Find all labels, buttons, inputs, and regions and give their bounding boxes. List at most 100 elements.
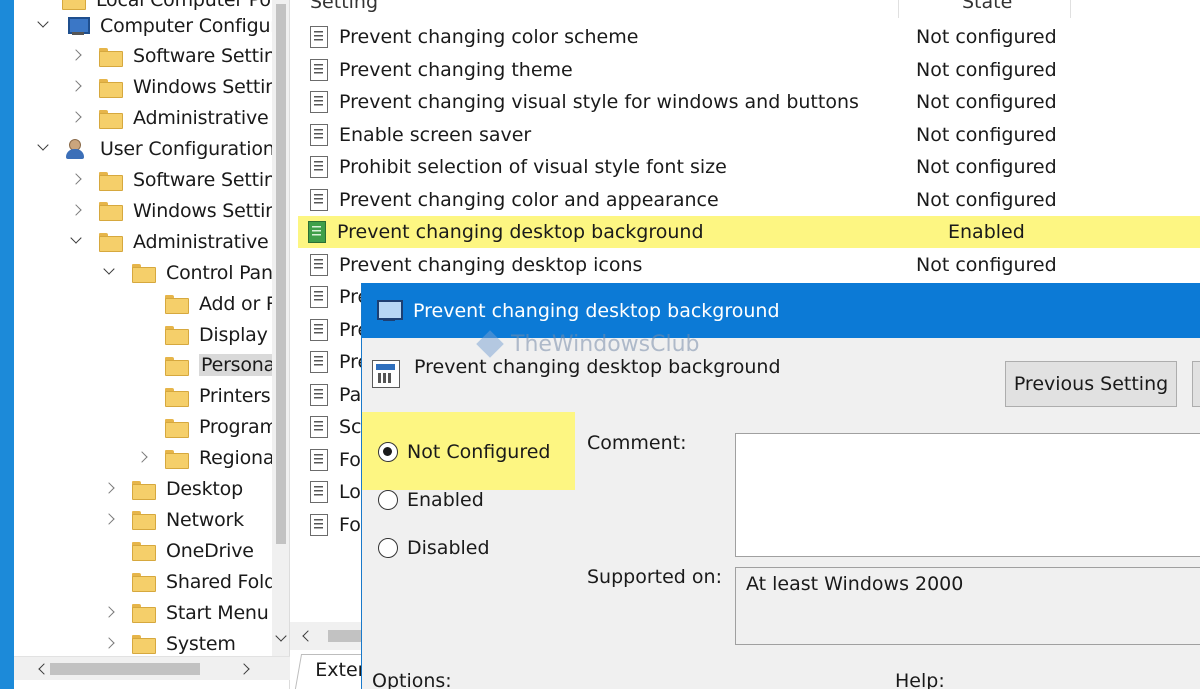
tree-hscroll-thumb[interactable] <box>50 663 200 675</box>
policy-document-icon <box>310 448 328 471</box>
chevron-down-icon[interactable] <box>36 141 52 157</box>
chevron-down-icon[interactable] <box>36 18 52 34</box>
setting-row[interactable]: Prevent changing color scheme Not configu… <box>300 21 1200 53</box>
chevron-down-icon[interactable] <box>102 265 118 281</box>
policy-document-icon <box>310 416 328 438</box>
setting-row[interactable]: Prevent changing desktop background Enabl… <box>298 216 1200 248</box>
folder-icon <box>165 449 189 469</box>
chevron-right-icon[interactable] <box>69 172 85 188</box>
tree-item[interactable]: OneDrive <box>102 535 254 566</box>
tree-item[interactable]: Programs <box>135 412 288 443</box>
tree-item[interactable]: Software Settings <box>69 41 289 72</box>
folder-icon <box>132 635 156 654</box>
tree-item[interactable]: System <box>102 628 236 659</box>
previous-setting-button[interactable]: Previous Setting <box>1005 361 1177 407</box>
setting-row[interactable]: Prevent changing visual style for window… <box>300 86 1200 118</box>
policy-document-icon <box>310 26 328 48</box>
chevron-right-icon[interactable] <box>102 636 118 652</box>
folder-icon <box>99 171 123 191</box>
dialog-titlebar[interactable]: Prevent changing desktop background <box>362 283 1200 338</box>
comment-label: Comment: <box>587 432 687 454</box>
radio-disabled[interactable]: Disabled <box>378 537 490 559</box>
tree-item[interactable]: Windows Settings <box>69 72 289 103</box>
chevron-right-icon[interactable] <box>102 605 118 621</box>
folder-icon <box>165 356 189 376</box>
chevron-down-icon[interactable] <box>69 234 85 250</box>
column-separator[interactable] <box>898 0 899 18</box>
policy-document-icon <box>310 351 328 373</box>
radio-button[interactable] <box>378 538 398 558</box>
policy-document-icon <box>310 91 328 113</box>
tree-item[interactable]: Shared Folders <box>102 566 289 597</box>
chevron-right-icon[interactable] <box>69 203 85 219</box>
tree-item[interactable]: Display <box>135 319 268 350</box>
desktop-background <box>0 0 14 689</box>
tree-item-label: Printers <box>199 385 271 408</box>
chevron-right-icon[interactable] <box>102 481 118 497</box>
tree-item[interactable]: Windows Settings <box>69 195 289 226</box>
chevron-right-icon[interactable] <box>69 48 85 64</box>
tree-item[interactable]: Computer Configuration <box>36 10 289 41</box>
radio-button[interactable] <box>378 490 398 510</box>
tree-item[interactable]: Desktop <box>102 474 243 505</box>
column-separator[interactable] <box>1070 0 1071 18</box>
scroll-down-icon[interactable] <box>275 632 287 644</box>
tree-item[interactable]: Software Settings <box>69 165 289 196</box>
tree-item[interactable]: Administrative Templates <box>69 226 289 257</box>
column-header-setting[interactable]: Setting <box>310 0 378 18</box>
watermark-logo-icon <box>476 330 504 358</box>
setting-row[interactable]: Prevent changing color and appearance Not… <box>300 184 1200 216</box>
tree-vertical-scrollbar[interactable] <box>272 0 289 660</box>
tree-item[interactable]: Printers <box>135 381 271 412</box>
column-header-state[interactable]: State <box>962 0 1012 18</box>
folder-icon <box>165 418 189 438</box>
tree-item[interactable]: Control Panel <box>102 257 289 288</box>
tree-item[interactable]: Add or Remove Programs <box>135 288 289 319</box>
tree-root-spacer <box>32 0 48 8</box>
tree-item[interactable]: Personalization <box>135 350 289 381</box>
chevron-right-icon[interactable] <box>135 450 151 466</box>
options-label: Options: <box>372 670 452 689</box>
setting-name: Prevent changing desktop background <box>337 221 704 243</box>
setting-row[interactable]: Prevent changing theme Not configured <box>300 54 1200 86</box>
scroll-right-icon[interactable] <box>240 663 252 675</box>
tree-item-label: Display <box>199 323 268 346</box>
tree-item[interactable]: Regional and Language Options <box>135 443 289 474</box>
policy-setting-dialog: Prevent changing desktop background TheW… <box>361 283 1200 689</box>
list-horizontal-scrollbar[interactable] <box>290 622 370 650</box>
setting-state: Not configured <box>916 156 1057 178</box>
radio-button-checked[interactable] <box>378 442 398 462</box>
setting-row[interactable]: Prohibit selection of visual style font … <box>300 151 1200 183</box>
tree-item[interactable]: Start Menu and Taskbar <box>102 597 289 628</box>
setting-row[interactable]: Enable screen saver Not configured <box>300 119 1200 151</box>
radio-enabled-label: Enabled <box>407 489 484 511</box>
gpedit-window: Local Computer Policy Computer Configura… <box>0 0 1200 689</box>
radio-enabled[interactable]: Enabled <box>378 489 484 511</box>
radio-not-configured[interactable]: Not Configured <box>378 441 550 463</box>
setting-row[interactable]: Prevent changing desktop icons Not config… <box>300 249 1200 281</box>
policy-document-icon <box>310 188 328 211</box>
folder-icon <box>165 295 189 315</box>
setting-name: Prevent changing desktop icons <box>339 253 643 276</box>
tree-horizontal-scrollbar[interactable] <box>14 656 290 680</box>
folder-icon <box>165 326 189 345</box>
chevron-right-icon[interactable] <box>69 79 85 95</box>
scroll-left-icon[interactable] <box>300 630 312 642</box>
tree-vscroll-thumb[interactable] <box>276 4 286 544</box>
chevron-right-icon[interactable] <box>69 110 85 126</box>
comment-textarea[interactable] <box>735 433 1200 557</box>
next-setting-button[interactable] <box>1192 361 1200 407</box>
scroll-left-icon[interactable] <box>36 663 48 675</box>
tree-item[interactable]: Network <box>102 504 244 535</box>
chevron-right-icon[interactable] <box>102 512 118 528</box>
tree-item[interactable]: Administrative Templates <box>69 103 289 134</box>
tree-item[interactable]: User Configuration <box>36 134 275 165</box>
folder-icon <box>132 511 156 531</box>
radio-disabled-label: Disabled <box>407 537 490 559</box>
watermark-text: TheWindowsClub <box>511 331 700 357</box>
tree-item-label: Network <box>166 508 244 531</box>
